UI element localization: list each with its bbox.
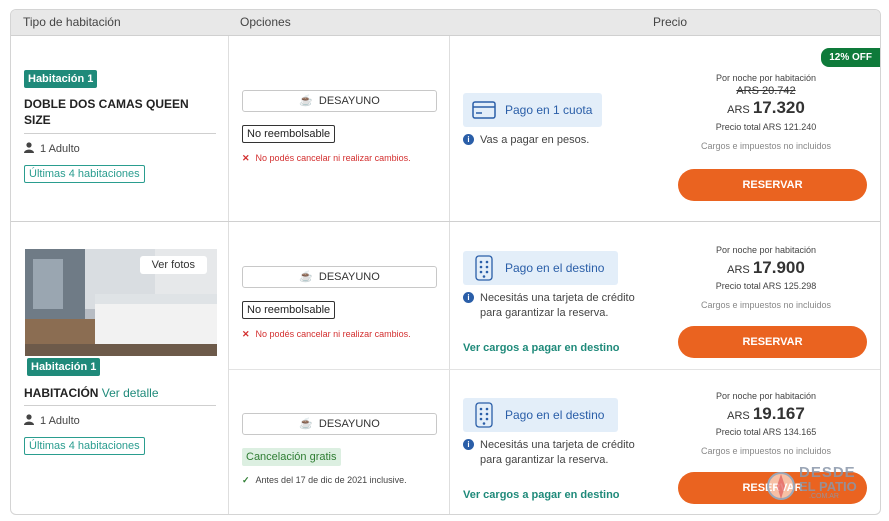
watermark-line-3: .COM.AR — [809, 493, 839, 500]
watermark-line-2: EL PATIO — [799, 479, 857, 494]
meal-plan: ☕ DESAYUNO — [242, 90, 437, 112]
payment-method: Pago en el destino — [463, 398, 618, 432]
total-price: Precio total ARS 134.165 — [715, 427, 817, 437]
price-block: Por noche por habitación ARS 17.900 Prec… — [666, 245, 866, 310]
check-icon: ✓ — [242, 475, 250, 485]
taxes-note: Cargos e impuestos no incluidos — [700, 446, 832, 456]
price-block: Por noche por habitación ARS 20.742 ARS … — [666, 73, 866, 151]
adults-count: 1 Adulto — [24, 414, 80, 427]
refund-policy: No reembolsable — [242, 301, 336, 319]
payment-info: i Necesitás una tarjeta de crédito para g… — [463, 291, 635, 321]
reserve-button[interactable]: RESERVAR — [678, 169, 867, 201]
price-block: Por noche por habitación ARS 19.167 Prec… — [666, 391, 866, 456]
room-results-table: Tipo de habitación Opciones Precio Habit… — [10, 9, 881, 515]
room-name: HABITACIÓN Ver detalle — [24, 386, 159, 400]
payment-method: Pago en el destino — [463, 251, 618, 285]
meal-plan: ☕ DESAYUNO — [242, 413, 437, 435]
person-icon — [24, 142, 34, 153]
adults-count: 1 Adulto — [24, 142, 80, 155]
per-night-label: Por noche por habitación — [715, 245, 817, 255]
credit-card-icon — [472, 101, 496, 119]
watermark-line-1: DESDE — [799, 464, 856, 481]
cancel-policy-note: ✕ No podés cancelar ni realizar cambios. — [242, 153, 411, 163]
reserve-button[interactable]: RESERVAR — [678, 326, 867, 358]
view-photos-button[interactable]: Ver fotos — [139, 256, 207, 274]
coffee-cup-icon: ☕ — [299, 271, 313, 283]
cancel-policy-note: ✕ No podés cancelar ni realizar cambios. — [242, 329, 411, 339]
destination-charges-link[interactable]: Ver cargos a pagar en destino — [463, 342, 620, 354]
discount-badge: 12% OFF — [821, 48, 880, 67]
column-header-options: Opciones — [240, 15, 291, 29]
per-night-label: Por noche por habitación — [715, 73, 817, 83]
current-price: ARS 17.320 — [727, 98, 805, 117]
person-icon — [24, 414, 34, 425]
keypad-icon — [475, 402, 493, 428]
coffee-cup-icon: ☕ — [299, 95, 313, 107]
meal-plan: ☕ DESAYUNO — [242, 266, 437, 288]
per-night-label: Por noche por habitación — [715, 391, 817, 401]
view-detail-link[interactable]: Ver detalle — [102, 386, 159, 400]
payment-info: i Necesitás una tarjeta de crédito para g… — [463, 438, 635, 468]
destination-charges-link[interactable]: Ver cargos a pagar en destino — [463, 489, 620, 501]
availability-badge: Últimas 4 habitaciones — [24, 437, 145, 455]
total-price: Precio total ARS 125.298 — [715, 281, 817, 291]
old-price: ARS 20.742 — [736, 85, 796, 97]
total-price: Precio total ARS 121.240 — [715, 122, 817, 132]
current-price: ARS 19.167 — [727, 404, 805, 423]
column-header-type: Tipo de habitación — [23, 15, 121, 29]
keypad-icon — [475, 255, 493, 281]
info-icon: i — [463, 134, 474, 145]
refund-policy: Cancelación gratis — [242, 448, 341, 466]
current-price: ARS 17.900 — [727, 258, 805, 277]
watermark-logo: DESDE EL PATIO .COM.AR — [765, 464, 881, 515]
taxes-note: Cargos e impuestos no incluidos — [700, 300, 832, 310]
availability-badge: Últimas 4 habitaciones — [24, 165, 145, 183]
info-icon: i — [463, 292, 474, 303]
info-icon: i — [463, 439, 474, 450]
room-badge: Habitación 1 — [27, 358, 101, 376]
coffee-cup-icon: ☕ — [299, 418, 313, 430]
column-header-price: Precio — [653, 15, 688, 29]
room-row-1: Habitación 1 DOBLE DOS CAMAS QUEEN SIZE … — [11, 35, 880, 221]
cancel-deadline-note: ✓ Antes del 17 de dic de 2021 inclusive. — [242, 475, 407, 485]
cross-icon: ✕ — [242, 153, 250, 163]
room-row-2: Ver fotos Habitación 1 HABITACIÓN Ver de… — [11, 221, 880, 514]
payment-info: i Vas a pagar en pesos. — [463, 133, 589, 148]
room-photo[interactable]: Ver fotos — [25, 249, 217, 356]
payment-method: Pago en 1 cuota — [463, 93, 602, 127]
cross-icon: ✕ — [242, 329, 250, 339]
room-badge: Habitación 1 — [24, 70, 98, 88]
refund-policy: No reembolsable — [242, 125, 336, 143]
taxes-note: Cargos e impuestos no incluidos — [700, 141, 832, 151]
table-header: Tipo de habitación Opciones Precio — [11, 10, 880, 35]
room-name: DOBLE DOS CAMAS QUEEN SIZE — [24, 97, 189, 127]
